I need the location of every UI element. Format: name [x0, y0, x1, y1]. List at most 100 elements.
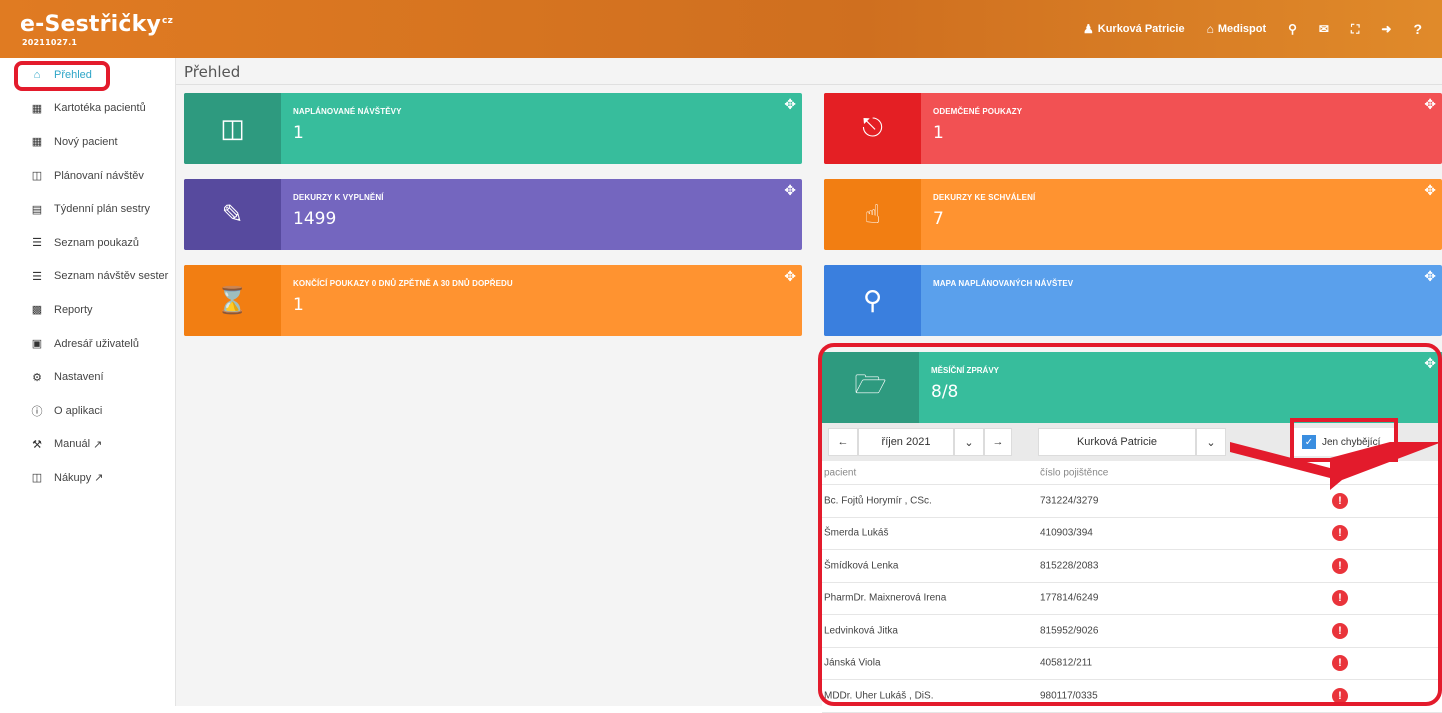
help-button[interactable]: ?	[1407, 17, 1428, 41]
sidebar-item-seznam-navstev[interactable]: ☰ Seznam návštěv sester	[0, 260, 175, 294]
table-row[interactable]: Bc. Fojtů Horymír , CSc. 731224/3279 !	[822, 485, 1442, 518]
move-icon[interactable]: ✥	[1424, 183, 1436, 199]
move-icon[interactable]: ✥	[1424, 269, 1436, 285]
sidebar-item-nakupy[interactable]: ◫ Nákupy ↗	[0, 461, 175, 495]
id-card-icon: ▦	[31, 102, 43, 115]
move-icon[interactable]: ✥	[784, 183, 796, 199]
patient-name: Bc. Fojtů Horymír , CSc.	[824, 495, 932, 507]
nurse-dropdown-button[interactable]: ⌄	[1196, 428, 1226, 456]
exclamation-icon: !	[1332, 687, 1348, 704]
table-row[interactable]: Jánská Viola 405812/211 !	[822, 648, 1442, 680]
exclamation-icon: !	[1332, 622, 1348, 639]
gear-icon: ⚙	[32, 371, 42, 384]
month-select[interactable]: říjen 2021	[858, 428, 954, 456]
wrench-icon: ⚒	[32, 438, 42, 451]
patient-name: Šmídková Lenka	[824, 560, 899, 572]
fullscreen-button[interactable]: ⛶	[1345, 18, 1365, 41]
folder-open-icon: 🗁	[822, 352, 919, 423]
exclamation-icon: !	[1332, 655, 1348, 672]
monthly-header[interactable]: 🗁 MĚSÍČNÍ ZPRÁVY 8/8 ✥	[822, 352, 1442, 423]
sidebar-item-label: Kartotéka pacientů	[54, 102, 146, 115]
map-icon: ◫	[184, 93, 281, 164]
next-month-button[interactable]: →	[984, 428, 1012, 456]
chevron-down-icon: ⌄	[964, 436, 974, 449]
top-bar: e-Sestřičkycz 20211027.1 ♟ Kurková Patri…	[0, 0, 1442, 58]
tile-value: 1	[293, 295, 304, 315]
arrow-right-icon: →	[992, 436, 1004, 448]
sidebar-item-novy-pacient[interactable]: ▦ Nový pacient	[0, 125, 175, 159]
move-icon[interactable]: ✥	[1424, 97, 1436, 113]
tile-visits-map[interactable]: ⚲ MAPA NAPLÁNOVANÝCH NÁVŠTEV ✥	[824, 265, 1442, 336]
sidebar-item-label: Reporty	[54, 303, 93, 316]
sidebar-item-kartoteka[interactable]: ▦ Kartotéka pacientů	[0, 92, 175, 126]
top-nav: ♟ Kurková Patricie ⌂ Medispot ⚲ ✉ ⛶ ➜ ?	[1077, 0, 1428, 58]
sidebar-item-manual[interactable]: ⚒ Manuál ↗	[0, 428, 175, 462]
column-header-patient: pacient	[824, 467, 857, 478]
tile-to-fill[interactable]: ✎ DEKURZY K VYPLNĚNÍ 1499 ✥	[184, 179, 802, 250]
sidebar-item-prehled[interactable]: ⌂ Přehled	[0, 58, 175, 92]
sidebar-item-label: Nový pacient	[54, 135, 118, 148]
patient-name: Šmerda Lukáš	[824, 527, 889, 539]
user-menu[interactable]: ♟ Kurková Patricie	[1077, 18, 1191, 40]
sidebar-item-adresar[interactable]: ▣ Adresář uživatelů	[0, 327, 175, 361]
sidebar-item-nastaveni[interactable]: ⚙ Nastavení	[0, 360, 175, 394]
external-link-icon: ↗	[94, 472, 104, 485]
sidebar-item-o-aplikaci[interactable]: ⓘ O aplikaci	[0, 394, 175, 428]
user-icon: ♟	[1082, 22, 1094, 36]
move-icon[interactable]: ✥	[784, 269, 796, 285]
tile-label: KONČÍCÍ POUKAZY 0 DNŮ ZPĚTNĚ A 30 DNŮ DO…	[293, 279, 513, 288]
logout-button[interactable]: ➜	[1375, 18, 1397, 40]
sidebar-item-tydenni-plan[interactable]: ▤ Týdenní plán sestry	[0, 192, 175, 226]
edit-icon: ✎	[184, 179, 281, 250]
only-missing-checkbox[interactable]: ✓ Jen chybějící	[1294, 428, 1394, 456]
tile-value: 1499	[293, 209, 337, 229]
tile-to-approve[interactable]: ☝ DEKURZY KE SCHVÁLENÍ 7 ✥	[824, 179, 1442, 250]
insurance-number: 177814/6249	[1040, 592, 1099, 604]
list-icon: ☰	[32, 270, 42, 283]
logo-suffix: cz	[162, 15, 174, 26]
insurance-number: 410903/394	[1040, 527, 1093, 539]
institution-icon: ⌂	[1206, 22, 1214, 36]
messages-button[interactable]: ✉	[1313, 18, 1335, 40]
chevron-down-icon: ⌄	[1206, 436, 1216, 449]
table-row[interactable]: Ledvinková Jitka 815952/9026 !	[822, 615, 1442, 648]
table-row[interactable]: PharmDr. Maixnerová Irena 177814/6249 !	[822, 583, 1442, 615]
map-icon: ◫	[31, 170, 43, 183]
tile-planned-visits[interactable]: ◫ NAPLÁNOVANÉ NÁVŠTĚVY 1 ✥	[184, 93, 802, 164]
tile-ending-vouchers[interactable]: ⌛ KONČÍCÍ POUKAZY 0 DNŮ ZPĚTNĚ A 30 DNŮ …	[184, 265, 802, 336]
sidebar-item-label: O aplikaci	[54, 404, 103, 417]
month-dropdown-button[interactable]: ⌄	[954, 428, 984, 456]
sidebar-item-seznam-poukazu[interactable]: ☰ Seznam poukazů	[0, 226, 175, 260]
tile-value: 1	[933, 123, 944, 143]
insurance-number: 405812/211	[1040, 657, 1093, 669]
highlight-box	[14, 61, 110, 91]
title-divider	[176, 84, 1442, 85]
monthly-table: pacient číslo pojištěnce Bc. Fojtů Horym…	[822, 461, 1442, 713]
sign-out-icon: ➜	[1381, 22, 1392, 36]
sidebar-item-reporty[interactable]: ▩ Reporty	[0, 293, 175, 327]
unlock-icon: ⎋	[824, 93, 921, 164]
tile-value: 7	[933, 209, 944, 229]
envelope-icon: ✉	[1318, 22, 1329, 36]
app-logo[interactable]: e-Sestřičkycz 20211027.1	[20, 12, 174, 47]
sidebar: ⌂ Přehled ▦ Kartotéka pacientů ▦ Nový pa…	[0, 58, 176, 706]
tile-label: NAPLÁNOVANÉ NÁVŠTĚVY	[293, 107, 402, 116]
patient-name: MDDr. Uher Lukáš , DiS.	[824, 690, 934, 702]
arrow-left-icon: ←	[837, 436, 849, 448]
move-icon[interactable]: ✥	[1424, 356, 1436, 372]
insurance-number: 731224/3279	[1040, 495, 1099, 507]
move-icon[interactable]: ✥	[784, 97, 796, 113]
search-button[interactable]: ⚲	[1282, 18, 1303, 40]
exclamation-icon: !	[1332, 525, 1348, 542]
table-row[interactable]: Šmerda Lukáš 410903/394 !	[822, 518, 1442, 550]
prev-month-button[interactable]: ←	[828, 428, 858, 456]
column-header-insurance: číslo pojištěnce	[1040, 467, 1109, 478]
organization-menu[interactable]: ⌂ Medispot	[1201, 18, 1273, 40]
nurse-select[interactable]: Kurková Patricie	[1038, 428, 1196, 456]
table-row[interactable]: Šmídková Lenka 815228/2083 !	[822, 550, 1442, 583]
tile-unlocked-vouchers[interactable]: ⎋ ODEMČENÉ POUKAZY 1 ✥	[824, 93, 1442, 164]
tile-value: 8/8	[931, 382, 959, 402]
sidebar-item-planovani[interactable]: ◫ Plánovaní návštěv	[0, 159, 175, 193]
table-row[interactable]: MDDr. Uher Lukáš , DiS. 980117/0335 !	[822, 680, 1442, 713]
patient-name: Jánská Viola	[824, 657, 881, 669]
